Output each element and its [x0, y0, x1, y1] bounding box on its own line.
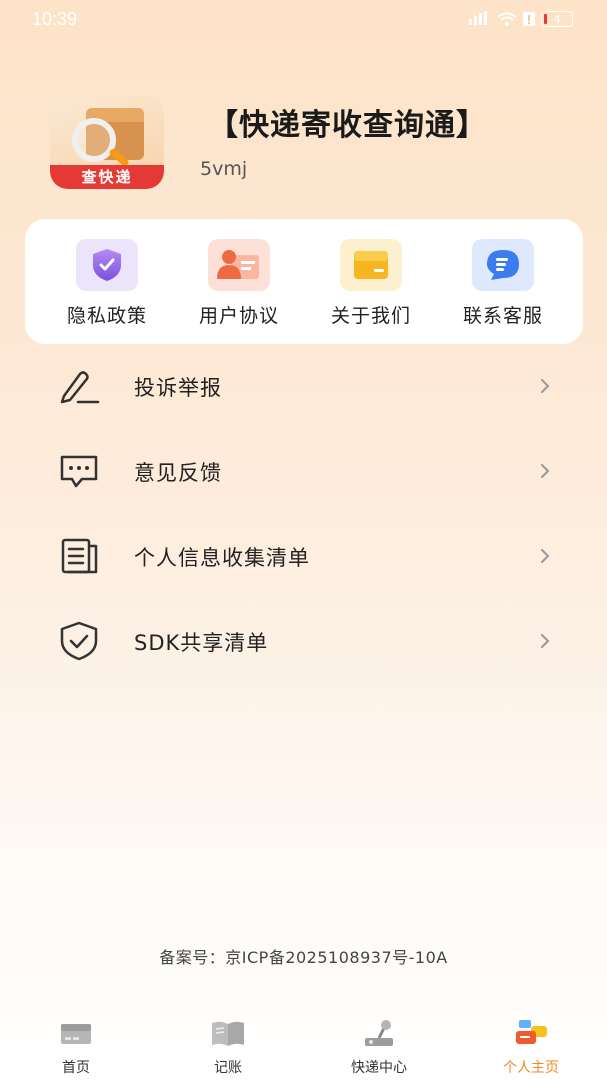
folder-icon	[340, 239, 402, 291]
menu-item-sdk-list[interactable]: SDK共享清单	[0, 599, 607, 683]
shield-check-outline-icon	[60, 621, 98, 661]
shield-check-icon	[76, 239, 138, 291]
user-agreement-button[interactable]: 用户协议	[179, 239, 299, 329]
message-dots-icon	[60, 455, 98, 488]
menu-label: SDK共享清单	[134, 631, 269, 655]
privacy-policy-button[interactable]: 隐私政策	[47, 239, 167, 329]
contact-support-button[interactable]: 联系客服	[443, 239, 563, 329]
pencil-icon	[60, 371, 100, 404]
chevron-right-icon	[541, 634, 550, 648]
battery-icon: 4	[541, 11, 573, 27]
wifi-icon	[497, 12, 517, 26]
status-icons: 4	[469, 11, 573, 27]
chat-bubble-icon	[472, 239, 534, 291]
nav-label: 记账	[214, 1060, 242, 1076]
nav-home[interactable]: 首页	[16, 1018, 136, 1077]
menu-item-feedback[interactable]: 意见反馈	[0, 429, 607, 513]
user-card-icon	[208, 239, 270, 291]
quick-label: 联系客服	[462, 305, 543, 327]
chevron-right-icon	[541, 549, 550, 563]
signal-icon	[469, 11, 491, 27]
quick-actions-card: 隐私政策 用户协议 关于我们 联系客服	[25, 219, 583, 344]
bottom-nav: 首页 记账 快递中心 个人主页	[0, 1010, 607, 1080]
menu-label: 意见反馈	[134, 461, 222, 485]
app-title: 【快递寄收查询通】	[208, 108, 487, 143]
nav-label: 个人主页	[503, 1060, 559, 1076]
home-box-icon	[61, 1024, 91, 1044]
profile-chat-icon	[516, 1020, 547, 1044]
battery-level: 4	[553, 12, 561, 26]
app-logo-banner: 查快递	[50, 165, 164, 189]
nav-express-center[interactable]: 快递中心	[319, 1018, 439, 1077]
chevron-right-icon	[541, 464, 550, 478]
menu-label: 个人信息收集清单	[134, 546, 310, 570]
quick-label: 用户协议	[198, 305, 279, 327]
about-us-button[interactable]: 关于我们	[311, 239, 431, 329]
icp-record[interactable]: 备案号：京ICP备2025108937号-10A	[0, 944, 607, 968]
nav-accounting[interactable]: 记账	[168, 1018, 288, 1077]
menu-item-personal-info-list[interactable]: 个人信息收集清单	[0, 514, 607, 598]
quick-label: 关于我们	[330, 305, 411, 327]
quick-label: 隐私政策	[66, 305, 147, 327]
status-bar: 10:39 4	[0, 0, 607, 40]
document-list-icon	[61, 538, 98, 574]
nav-profile[interactable]: 个人主页	[471, 1018, 591, 1077]
status-time: 10:39	[32, 9, 78, 29]
user-id: 5vmj	[200, 158, 248, 180]
joystick-icon	[365, 1020, 393, 1046]
alert-icon	[523, 12, 535, 26]
chevron-right-icon	[541, 379, 550, 393]
book-icon	[212, 1021, 244, 1046]
menu-label: 投诉举报	[134, 376, 222, 400]
menu-item-complaint[interactable]: 投诉举报	[0, 344, 607, 428]
app-logo: 查快递	[50, 96, 164, 189]
nav-label: 首页	[62, 1060, 90, 1076]
nav-label: 快递中心	[351, 1060, 407, 1076]
